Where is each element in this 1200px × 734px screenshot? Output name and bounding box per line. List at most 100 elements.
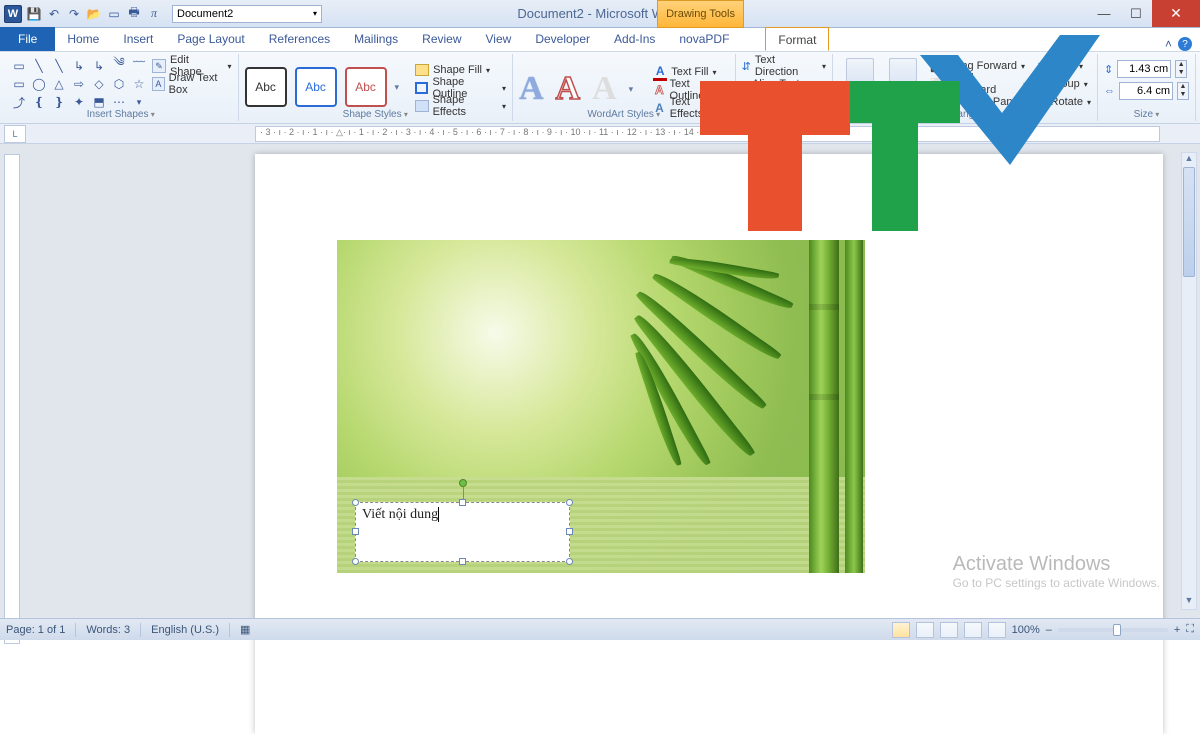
- tab-review[interactable]: Review: [410, 27, 473, 51]
- tab-addins[interactable]: Add-Ins: [602, 27, 667, 51]
- selection-pane-button[interactable]: ▤Selection Pane: [930, 94, 1027, 110]
- zoom-out-button[interactable]: –: [1046, 624, 1052, 636]
- view-draft[interactable]: [988, 622, 1006, 638]
- minimize-button[interactable]: —: [1088, 0, 1120, 27]
- qat-redo-icon[interactable]: ↷: [66, 6, 82, 22]
- scroll-up-icon[interactable]: ▲: [1182, 153, 1196, 167]
- help-icon[interactable]: ?: [1178, 37, 1192, 51]
- qat-save-icon[interactable]: 💾: [26, 6, 42, 22]
- draw-text-box-button[interactable]: ADraw Text Box: [152, 76, 232, 92]
- align-text-button[interactable]: ≡Align Text ▾: [742, 76, 826, 92]
- tab-developer[interactable]: Developer: [523, 27, 602, 51]
- shape-brace-icon[interactable]: ❴: [30, 94, 48, 110]
- tab-home[interactable]: Home: [55, 27, 111, 51]
- text-box-content[interactable]: Viết nội dung: [362, 507, 438, 522]
- shape-diamond-icon[interactable]: ◇: [90, 76, 108, 92]
- text-direction-button[interactable]: ⇵Text Direction ▾: [742, 58, 826, 74]
- tab-page-layout[interactable]: Page Layout: [165, 27, 256, 51]
- full-screen-icon[interactable]: ⛶: [1186, 623, 1194, 636]
- scroll-down-icon[interactable]: ▼: [1182, 595, 1196, 609]
- shape-hex-icon[interactable]: ⬡: [110, 76, 128, 92]
- shape-rect-icon[interactable]: ▭: [10, 76, 28, 92]
- status-page[interactable]: Page: 1 of 1: [6, 624, 65, 636]
- wordart-preset-2[interactable]: A: [556, 70, 581, 108]
- shape-oval-icon[interactable]: ◯: [30, 76, 48, 92]
- shape-callout-icon[interactable]: ⬒: [90, 94, 108, 110]
- view-full-screen[interactable]: [916, 622, 934, 638]
- horizontal-ruler[interactable]: · 3 · ı · 2 · ı · 1 · ı · △· ı · 1 · ı ·…: [255, 126, 1160, 142]
- shape-freeform-icon[interactable]: ༄: [110, 58, 128, 74]
- text-box[interactable]: Viết nội dung: [355, 502, 570, 562]
- qat-print-icon[interactable]: 🖶: [126, 6, 142, 22]
- resize-handle-se[interactable]: [566, 558, 573, 565]
- width-input[interactable]: [1119, 82, 1173, 100]
- tab-insert[interactable]: Insert: [111, 27, 165, 51]
- shape-more-dropdown-icon[interactable]: ▾: [130, 94, 148, 110]
- vertical-scrollbar[interactable]: ▲ ▼: [1181, 152, 1197, 610]
- resize-handle-sw[interactable]: [352, 558, 359, 565]
- shape-style-preset-1[interactable]: Abc: [245, 67, 287, 107]
- vertical-ruler[interactable]: [4, 154, 20, 644]
- height-stepper[interactable]: ▲▼: [1175, 60, 1187, 78]
- shape-connector2-icon[interactable]: ↳: [90, 58, 108, 74]
- qat-open-icon[interactable]: 📂: [86, 6, 102, 22]
- send-backward-button[interactable]: ⬜Send Backward ▾: [930, 76, 1027, 92]
- width-stepper[interactable]: ▲▼: [1177, 82, 1189, 100]
- view-print-layout[interactable]: [892, 622, 910, 638]
- tab-format[interactable]: Format: [765, 27, 829, 51]
- align-button[interactable]: ⊟Align ▾: [1037, 58, 1091, 74]
- maximize-button[interactable]: ☐: [1120, 0, 1152, 27]
- resize-handle-s[interactable]: [459, 558, 466, 565]
- zoom-in-button[interactable]: +: [1174, 624, 1180, 636]
- shape-more-icon[interactable]: ⋯: [110, 94, 128, 110]
- view-outline[interactable]: [964, 622, 982, 638]
- zoom-level[interactable]: 100%: [1012, 624, 1040, 636]
- qat-pi-icon[interactable]: π: [146, 6, 162, 22]
- shape-plus-icon[interactable]: ✦: [70, 94, 88, 110]
- tab-selector[interactable]: L: [4, 125, 26, 143]
- status-language[interactable]: English (U.S.): [151, 624, 219, 636]
- qat-new-icon[interactable]: ▭: [106, 6, 122, 22]
- scroll-thumb[interactable]: [1183, 167, 1195, 277]
- shape-textbox-icon[interactable]: ▭: [10, 58, 28, 74]
- resize-handle-n[interactable]: [459, 499, 466, 506]
- shape-style-preset-3[interactable]: Abc: [345, 67, 387, 107]
- tab-file[interactable]: File: [0, 27, 55, 51]
- minimize-ribbon-icon[interactable]: ˄: [1165, 37, 1172, 51]
- zoom-slider[interactable]: [1058, 628, 1168, 632]
- tab-mailings[interactable]: Mailings: [342, 27, 410, 51]
- view-web-layout[interactable]: [940, 622, 958, 638]
- shape-line2-icon[interactable]: ╲: [50, 58, 68, 74]
- resize-handle-e[interactable]: [566, 528, 573, 535]
- group-button[interactable]: ⧉Group ▾: [1037, 76, 1091, 92]
- shape-line-icon[interactable]: ╲: [30, 58, 48, 74]
- shape-star-icon[interactable]: ☆: [130, 76, 148, 92]
- shape-scribble-icon[interactable]: ﹋: [130, 58, 148, 74]
- status-words[interactable]: Words: 3: [86, 624, 130, 636]
- rotate-handle[interactable]: [459, 479, 467, 487]
- status-macro-icon[interactable]: ▦: [240, 623, 250, 636]
- shape-brace2-icon[interactable]: ❵: [50, 94, 68, 110]
- wordart-preset-1[interactable]: A: [519, 70, 544, 108]
- shapes-gallery[interactable]: ▭╲╲↳↳༄﹋ ▭◯△⇨◇⬡☆ ⤴❴❵✦⬒⋯▾: [10, 58, 148, 110]
- document-selector[interactable]: Document2▾: [172, 5, 322, 23]
- close-button[interactable]: ✕: [1152, 0, 1200, 27]
- page[interactable]: Viết nội dung: [255, 154, 1163, 734]
- wordart-preset-3[interactable]: A: [592, 70, 617, 108]
- tab-view[interactable]: View: [474, 27, 524, 51]
- resize-handle-nw[interactable]: [352, 499, 359, 506]
- shape-connector-icon[interactable]: ↳: [70, 58, 88, 74]
- rotate-button[interactable]: ⟳Rotate ▾: [1037, 94, 1091, 110]
- word-app-icon[interactable]: W: [4, 5, 22, 23]
- wordart-more-icon[interactable]: ▾: [629, 84, 634, 95]
- shape-style-more-icon[interactable]: ▾: [395, 82, 400, 93]
- resize-handle-ne[interactable]: [566, 499, 573, 506]
- height-input[interactable]: [1117, 60, 1171, 78]
- shape-triangle-icon[interactable]: △: [50, 76, 68, 92]
- qat-undo-icon[interactable]: ↶: [46, 6, 62, 22]
- resize-handle-w[interactable]: [352, 528, 359, 535]
- shape-curve-icon[interactable]: ⤴: [10, 94, 28, 110]
- tab-references[interactable]: References: [257, 27, 342, 51]
- shape-style-preset-2[interactable]: Abc: [295, 67, 337, 107]
- shape-arrow-icon[interactable]: ⇨: [70, 76, 88, 92]
